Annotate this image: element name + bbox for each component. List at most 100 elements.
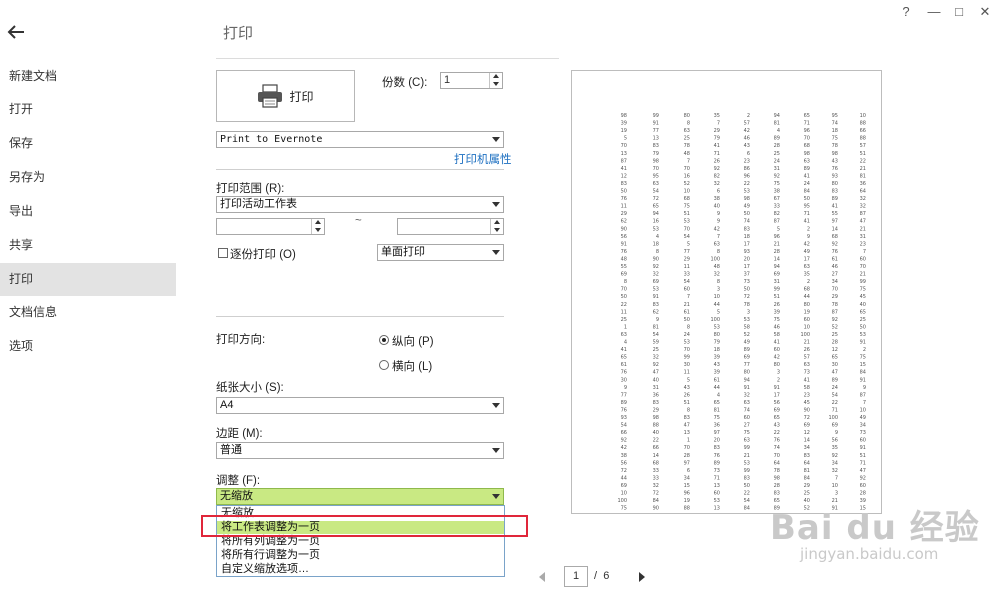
scale-option-custom[interactable]: 自定义缩放选项… [217,563,504,576]
preview-cell: 68 [653,460,659,466]
preview-cell: 54 [653,189,659,195]
sidebar-item[interactable]: 打印 [0,263,176,296]
sidebar-item[interactable]: 选项 [0,330,176,363]
sides-select[interactable]: 单面打印 [377,244,504,261]
preview-cell: 91 [774,385,780,391]
scale-select[interactable]: 无缩放 [216,488,504,505]
range-value: 打印活动工作表 [220,198,297,210]
stepper-up-icon[interactable] [494,220,500,224]
sidebar-item[interactable]: 保存 [0,127,176,160]
collate-label: 逐份打印 (O) [230,249,296,261]
stepper-up-icon[interactable] [315,220,321,224]
preview-cell: 15 [860,362,866,368]
preview-cell: 21 [860,226,866,232]
stepper-down-icon[interactable] [494,228,500,232]
sidebar-item[interactable]: 导出 [0,195,176,228]
preview-cell: 27 [832,272,838,278]
stepper-down-icon[interactable] [493,82,499,86]
preview-cell: 10 [621,491,627,497]
preview-cell: 82 [774,211,780,217]
preview-cell: 49 [744,204,750,210]
printer-properties-link[interactable]: 打印机属性 [454,151,512,167]
stepper-down-icon[interactable] [315,228,321,232]
sidebar-item[interactable]: 新建文档 [0,60,176,93]
stepper-up-icon[interactable] [493,74,499,78]
preview-cell: 7 [687,294,690,300]
margin-select[interactable]: 普通 [216,442,504,459]
preview-cell: 95 [804,204,810,210]
preview-cell: 55 [621,264,627,270]
preview-cell: 84 [804,475,810,481]
preview-cell: 11 [684,264,690,270]
next-page-icon[interactable] [639,572,645,582]
preview-cell: 92 [621,438,627,444]
printer-select[interactable]: Print to Evernote [216,131,504,148]
chevron-down-icon [492,250,500,255]
preview-cell: 71 [804,211,810,217]
sidebar-item[interactable]: 文档信息 [0,296,176,329]
preview-cell: 50 [621,189,627,195]
paper-size-select[interactable]: A4 [216,397,504,414]
preview-cell: 5 [717,309,720,315]
copies-stepper[interactable]: 1 [440,72,503,89]
preview-cell: 53 [653,287,659,293]
back-arrow-icon[interactable] [6,22,26,42]
preview-cell: 98 [744,196,750,202]
page-number-input[interactable]: 1 [564,566,588,587]
copies-value: 1 [444,74,451,86]
preview-cell: 100 [800,332,810,338]
range-to-stepper[interactable] [397,218,504,235]
preview-cell: 30 [621,377,627,383]
preview-cell: 77 [653,128,659,134]
preview-cell: 60 [860,256,866,262]
sidebar-item[interactable]: 另存为 [0,161,176,194]
preview-cell: 73 [860,430,866,436]
preview-cell: 80 [804,302,810,308]
preview-cell: 18 [714,347,720,353]
preview-cell: 83 [653,143,659,149]
preview-cell: 7 [717,234,720,240]
preview-cell: 36 [653,392,659,398]
preview-cell: 72 [653,491,659,497]
print-button[interactable]: 打印 [216,70,355,122]
preview-cell: 12 [832,347,838,353]
preview-cell: 90 [621,226,627,232]
preview-cell: 63 [714,241,720,247]
preview-cell: 7 [687,158,690,164]
preview-cell: 96 [684,491,690,497]
sidebar-item[interactable]: 共享 [0,229,176,262]
preview-cell: 24 [774,158,780,164]
preview-cell: 28 [832,340,838,346]
range-select[interactable]: 打印活动工作表 [216,196,504,213]
portrait-radio[interactable] [379,335,389,345]
help-button[interactable]: ? [896,4,916,19]
close-button[interactable]: ✕ [975,4,995,20]
preview-cell: 41 [804,377,810,383]
preview-cell: 99 [744,468,750,474]
preview-cell: 48 [684,151,690,157]
preview-cell: 66 [860,128,866,134]
scale-option-fit-rows[interactable]: 将所有行调整为一页 [217,549,504,562]
preview-cell: 68 [832,234,838,240]
maximize-button[interactable]: □ [949,4,969,19]
sidebar-item[interactable]: 打开 [0,93,176,126]
preview-cell: 87 [621,158,627,164]
landscape-radio[interactable] [379,360,389,370]
chevron-down-icon [492,494,500,499]
preview-cell: 50 [744,483,750,489]
prev-page-icon[interactable] [539,572,545,582]
preview-cell: 25 [804,491,810,497]
collate-checkbox[interactable] [218,248,228,258]
preview-cell: 32 [653,483,659,489]
preview-cell: 9 [717,211,720,217]
backstage-sidebar: 新建文档 打开 保存 另存为 导出 共享 打印 文档信息 选项 [0,0,176,594]
preview-cell: 69 [621,272,627,278]
preview-cell: 70 [684,445,690,451]
minimize-button[interactable]: — [924,4,944,19]
preview-cell: 75 [860,287,866,293]
preview-cell: 44 [804,294,810,300]
preview-cell: 16 [653,219,659,225]
preview-cell: 84 [860,370,866,376]
preview-cell: 63 [653,181,659,187]
range-from-stepper[interactable] [216,218,325,235]
